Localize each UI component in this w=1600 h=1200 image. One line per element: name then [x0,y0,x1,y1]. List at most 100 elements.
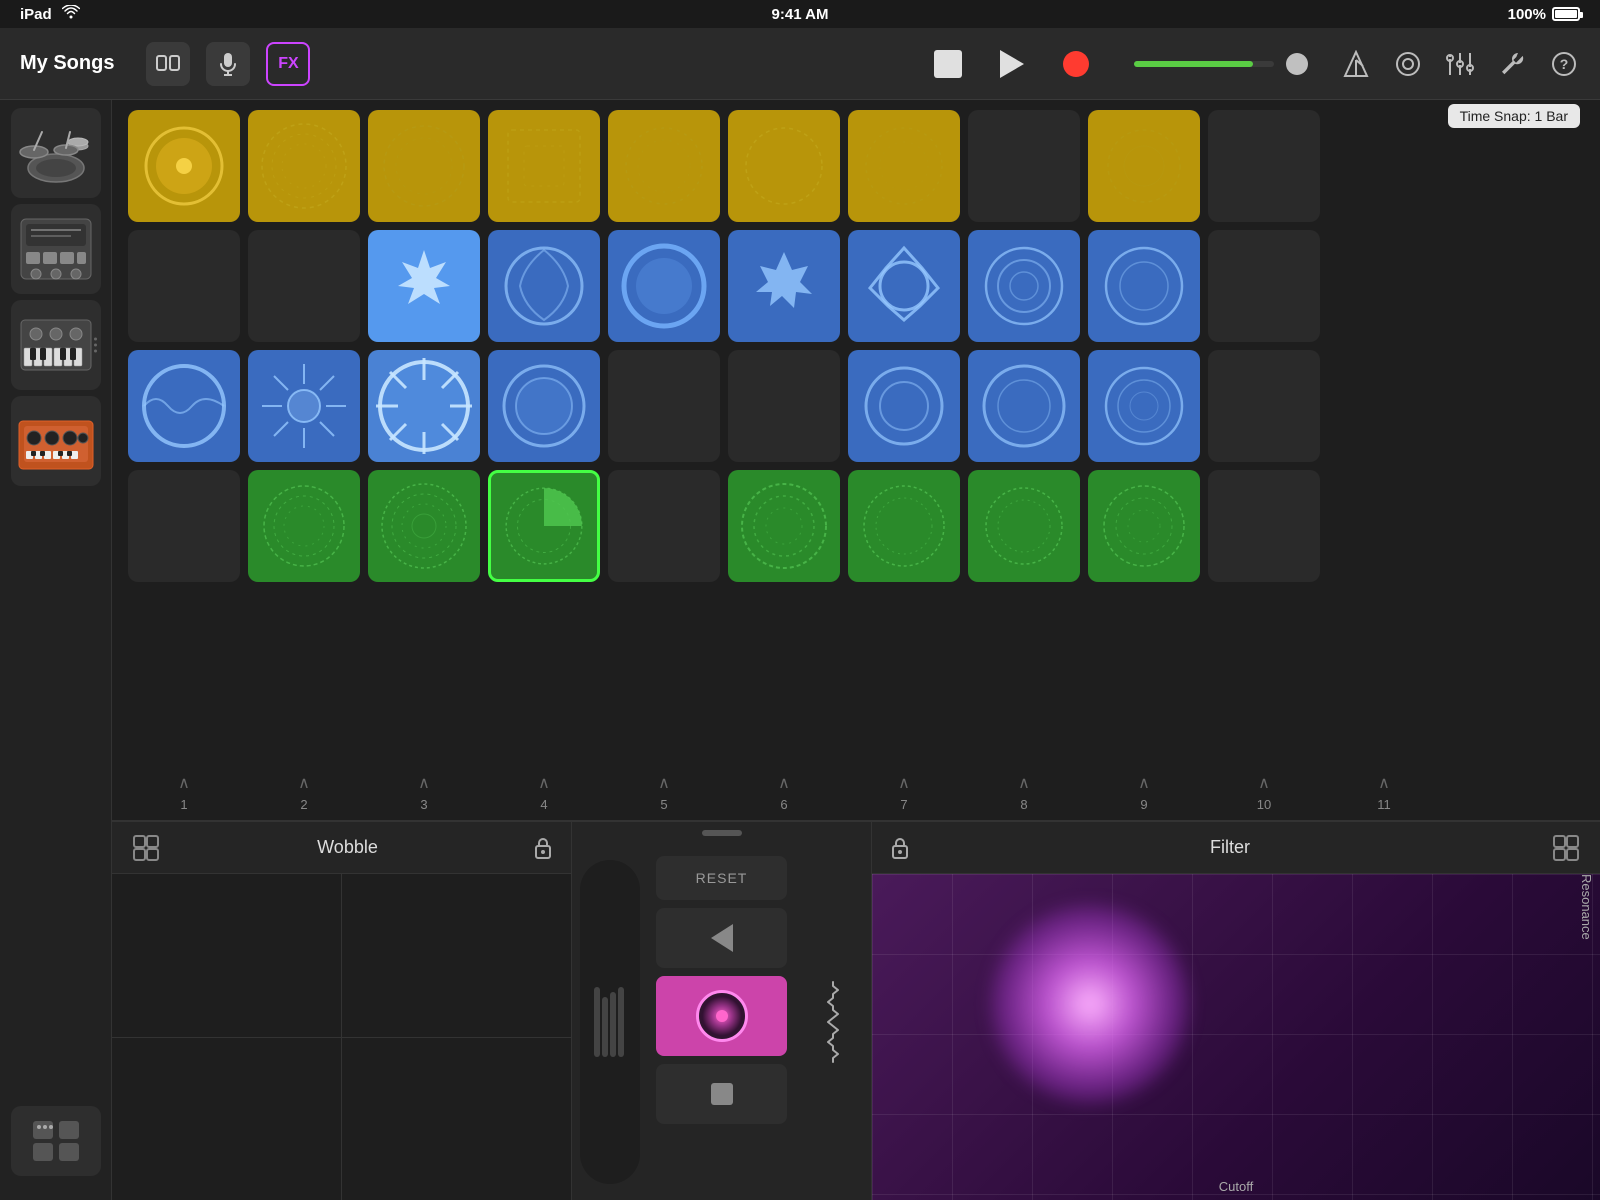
battery-icon [1552,7,1580,21]
pad-bw8[interactable] [968,350,1080,462]
loop-btn[interactable] [146,42,190,86]
mic-btn[interactable] [206,42,250,86]
col-label-5: 5 [660,797,667,812]
pad-b3-splat[interactable] [368,230,480,342]
pad-gr10-empty[interactable] [1208,470,1320,582]
sidebar-item-analog[interactable] [11,396,101,486]
wobble-lock[interactable] [531,836,555,860]
stop-button2[interactable] [656,1064,787,1124]
pad-gr4-active[interactable] [488,470,600,582]
col-arrow-3: ∧ [418,773,430,793]
pad-gr3[interactable] [368,470,480,582]
chat-icon[interactable] [1392,48,1424,80]
pad-bw6-empty[interactable] [728,350,840,462]
pad-bw9[interactable] [1088,350,1200,462]
time-snap-label: Time Snap: 1 Bar [1448,104,1580,128]
pad-g7[interactable] [848,110,960,222]
pad-b2-empty[interactable] [248,230,360,342]
wobble-q1[interactable] [112,874,341,1037]
wobble-q2[interactable] [342,874,571,1037]
col-label-10: 10 [1257,797,1271,812]
col-2[interactable]: ∧ 2 [248,773,360,812]
col-4[interactable]: ∧ 4 [488,773,600,812]
pad-g6[interactable] [728,110,840,222]
pad-g5[interactable] [608,110,720,222]
pad-b9[interactable] [1088,230,1200,342]
left-side-knob[interactable] [580,860,640,1184]
pad-gr7[interactable] [848,470,960,582]
wobble-content[interactable] [112,874,571,1200]
sidebar-item-synth[interactable] [11,300,101,390]
mixer-icon[interactable] [1444,48,1476,80]
col-1[interactable]: ∧ 1 [128,773,240,812]
record-icon [1063,51,1089,77]
pad-b4[interactable] [488,230,600,342]
volume-fill [1134,61,1253,67]
col-8[interactable]: ∧ 8 [968,773,1080,812]
pad-b8[interactable] [968,230,1080,342]
sidebar-item-mpc[interactable] [11,204,101,294]
pad-b5[interactable] [608,230,720,342]
col-10[interactable]: ∧ 10 [1208,773,1320,812]
pad-g8-empty[interactable] [968,110,1080,222]
col-6[interactable]: ∧ 6 [728,773,840,812]
pad-gr1-empty[interactable] [128,470,240,582]
metronome-icon[interactable] [1340,48,1372,80]
pad-gr5-empty[interactable] [608,470,720,582]
pad-g9[interactable] [1088,110,1200,222]
wobble-q4[interactable] [342,1038,571,1200]
wobble-panel-icon[interactable] [128,830,164,866]
stop-button[interactable] [926,42,970,86]
pad-b10-empty[interactable] [1208,230,1320,342]
play-button[interactable] [990,42,1034,86]
col-label-1: 1 [180,797,187,812]
pad-bw5-empty[interactable] [608,350,720,462]
pad-g4[interactable] [488,110,600,222]
pad-gr9[interactable] [1088,470,1200,582]
pad-gr6[interactable] [728,470,840,582]
pad-b1-empty[interactable] [128,230,240,342]
pad-bw3-selected[interactable] [368,350,480,462]
vinyl-button[interactable] [656,976,787,1056]
sidebar-item-drums[interactable] [11,108,101,198]
col-9[interactable]: ∧ 9 [1088,773,1200,812]
col-arrow-10: ∧ [1258,773,1270,793]
drag-handle[interactable] [702,830,742,836]
record-button[interactable] [1054,42,1098,86]
pad-g3[interactable] [368,110,480,222]
volume-bar[interactable] [1134,61,1274,67]
col-5[interactable]: ∧ 5 [608,773,720,812]
back-button[interactable] [656,908,787,968]
grid-view-btn[interactable] [11,1106,101,1176]
pad-bw7[interactable] [848,350,960,462]
col-11[interactable]: ∧ 11 [1328,773,1440,812]
pad-bw4[interactable] [488,350,600,462]
stop-square-icon [711,1083,733,1105]
pad-bw10-empty[interactable] [1208,350,1320,462]
filter-lock[interactable] [888,836,912,860]
pad-gr8[interactable] [968,470,1080,582]
filter-content[interactable]: Cutoff Resonance [872,874,1600,1200]
wrench-icon[interactable] [1496,48,1528,80]
col-3[interactable]: ∧ 3 [368,773,480,812]
pad-g10-empty[interactable] [1208,110,1320,222]
pad-b7[interactable] [848,230,960,342]
pad-g1[interactable] [128,110,240,222]
pad-g2[interactable] [248,110,360,222]
pad-bw1[interactable] [128,350,240,462]
pad-row-gold [128,110,1584,222]
volume-knob[interactable] [1286,53,1308,75]
pad-b6[interactable] [728,230,840,342]
help-icon[interactable]: ? [1548,48,1580,80]
filter-panel-icon[interactable] [1548,830,1584,866]
pad-bw2[interactable] [248,350,360,462]
reset-button[interactable]: RESET [656,856,787,900]
fx-btn[interactable]: FX [266,42,310,86]
pad-gr2[interactable] [248,470,360,582]
stop-icon [934,50,962,78]
col-label-9: 9 [1140,797,1147,812]
wobble-q3[interactable] [112,1038,341,1200]
col-7[interactable]: ∧ 7 [848,773,960,812]
filter-axis-y: Resonance [1579,874,1594,1200]
status-bar: iPad 9:41 AM 100% [0,0,1600,28]
